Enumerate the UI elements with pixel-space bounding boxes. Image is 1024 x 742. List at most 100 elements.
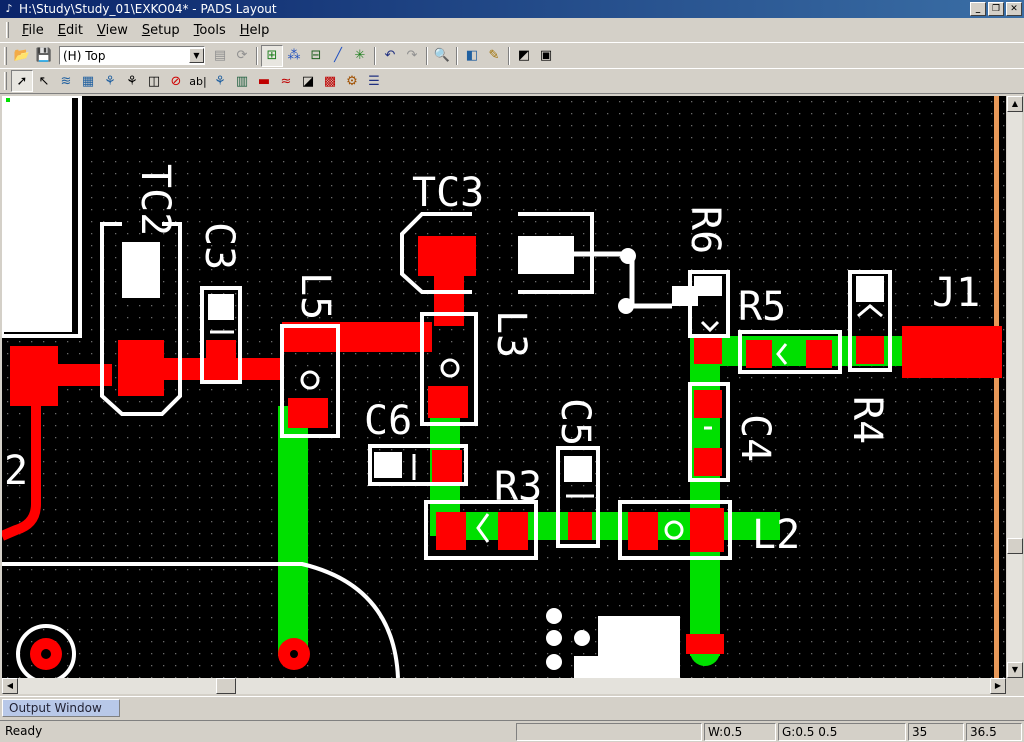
vertical-scroll-thumb[interactable] — [1007, 538, 1023, 554]
pads-app-icon[interactable]: ♪ — [2, 2, 16, 16]
chevron-down-icon[interactable]: ▼ — [189, 48, 204, 63]
copper-pour-icon: ⚘ — [104, 73, 116, 89]
cycle-button[interactable]: ⟳ — [231, 45, 253, 67]
hatch-outline-icon: ⚘ — [126, 73, 138, 89]
layer-display-button[interactable]: ◧ — [461, 45, 483, 67]
ref-c6[interactable]: C6 — [364, 398, 412, 444]
scroll-down-button[interactable]: ▼ — [1007, 662, 1023, 678]
keepout-icon: ⊘ — [170, 73, 182, 89]
close-button[interactable]: ✕ — [1006, 2, 1022, 16]
status-message: Ready — [5, 724, 43, 738]
associated-copper-icon: ≈ — [280, 73, 292, 89]
ref-tc2[interactable]: TC2 — [132, 164, 178, 236]
scroll-corner — [1006, 678, 1022, 694]
window-title: H:\Study\Study_01\EXKO04* - PADS Layout — [19, 2, 277, 16]
restore-button[interactable]: ❐ — [988, 2, 1004, 16]
highlight-button[interactable]: ✎ — [483, 45, 505, 67]
undo-button[interactable]: ↶ — [379, 45, 401, 67]
undo-icon: ↶ — [384, 48, 396, 63]
ref-r6[interactable]: R6 — [682, 206, 728, 254]
route-toolbar-button[interactable]: ╱ — [327, 45, 349, 67]
associated-copper-button[interactable]: ≈ — [275, 70, 297, 92]
text-button[interactable]: ab| — [187, 70, 209, 92]
2d-line-button[interactable]: ⚘ — [209, 70, 231, 92]
ref-l5[interactable]: L5 — [292, 272, 338, 320]
title-bar: ♪ H:\Study\Study_01\EXKO04* - PADS Layou… — [0, 0, 1024, 18]
redo-icon: ↷ — [406, 48, 418, 63]
status-y-coordinate: 36.5 — [966, 723, 1022, 741]
horizontal-scrollbar[interactable]: ◀ ▶ — [2, 678, 1006, 694]
properties-button[interactable]: ▤ — [209, 45, 231, 67]
zoom-button[interactable]: 🔍 — [431, 45, 453, 67]
merge-icon: ◪ — [301, 73, 315, 89]
drafting-toolbar-button[interactable]: ⁂ — [283, 45, 305, 67]
status-grid: G:0.5 0.5 — [778, 723, 906, 741]
vertical-scrollbar[interactable]: ▲ ▼ — [1006, 96, 1023, 678]
menu-help[interactable]: Help — [233, 23, 277, 38]
redo-button[interactable]: ↷ — [401, 45, 423, 67]
dimension-toolbar-icon: ⊟ — [310, 48, 322, 63]
ref-j1[interactable]: J1 — [932, 270, 980, 316]
minimize-button[interactable]: _ — [970, 2, 986, 16]
ref-l3[interactable]: L3 — [488, 310, 534, 358]
ref-r5[interactable]: R5 — [738, 284, 786, 330]
properties-icon: ▤ — [213, 48, 227, 63]
toolbar-grip[interactable] — [4, 46, 7, 65]
drafting-properties-icon: ▬ — [257, 73, 271, 89]
ref-c5[interactable]: C5 — [552, 398, 598, 446]
drafting-toolbar: ➚ ↖ ≋ ▦ ⚘ ⚘ ◫ ⊘ ab| ⚘ ▥ ▬ ≈ ◪ ▩ ⚙ ☰ — [0, 68, 1024, 94]
arrow-right-icon: ▶ — [994, 681, 1002, 690]
dimension-toolbar-button[interactable]: ⊟ — [305, 45, 327, 67]
keepout-button[interactable]: ⊘ — [165, 70, 187, 92]
ref-tc3[interactable]: TC3 — [412, 170, 484, 216]
ecoe-button[interactable]: ✳ — [349, 45, 371, 67]
layer-select[interactable]: (H) Top ▼ — [59, 46, 205, 65]
copper-pour-button[interactable]: ⚘ — [99, 70, 121, 92]
ref-r3[interactable]: R3 — [494, 464, 542, 510]
move-button[interactable]: ↖ — [33, 70, 55, 92]
window-button[interactable]: ▣ — [535, 45, 557, 67]
via-button[interactable]: ▩ — [319, 70, 341, 92]
from-library-button[interactable]: ▥ — [231, 70, 253, 92]
save-button[interactable]: 💾 — [33, 45, 55, 67]
ref-c4[interactable]: C4 — [732, 414, 778, 462]
toolbar-grip[interactable] — [4, 72, 7, 90]
standard-toolbar: 📂 💾 (H) Top ▼ ▤ ⟳ ⊞ ⁂ ⊟ ╱ ✳ ↶ ↷ 🔍 ◧ ✎ ◩ … — [0, 42, 1024, 68]
status-width: W:0.5 — [704, 723, 776, 741]
copper-cutout-icon: ▦ — [81, 73, 95, 89]
drafting-properties-button[interactable]: ▬ — [253, 70, 275, 92]
scroll-up-button[interactable]: ▲ — [1007, 96, 1023, 112]
menu-tools[interactable]: Tools — [187, 23, 233, 38]
merge-button[interactable]: ◪ — [297, 70, 319, 92]
ref-c3[interactable]: C3 — [196, 222, 242, 270]
output-window-tab[interactable]: Output Window — [2, 699, 120, 717]
ref-2[interactable]: 2 — [4, 448, 28, 494]
table-button[interactable]: ☰ — [363, 70, 385, 92]
hatch-outline-button[interactable]: ⚘ — [121, 70, 143, 92]
menu-bar: File Edit View Setup Tools Help — [0, 19, 1024, 41]
menu-setup[interactable]: Setup — [135, 23, 187, 38]
ref-r4[interactable]: R4 — [844, 396, 890, 444]
layer-select-value: (H) Top — [63, 48, 106, 63]
board-outline-icon: ◫ — [147, 73, 161, 89]
menu-view[interactable]: View — [90, 23, 135, 38]
horizontal-scroll-thumb[interactable] — [216, 678, 236, 694]
scroll-left-button[interactable]: ◀ — [2, 678, 18, 694]
copper-button[interactable]: ≋ — [55, 70, 77, 92]
design-toolbar-button[interactable]: ⊞ — [261, 44, 283, 67]
scroll-right-button[interactable]: ▶ — [990, 678, 1006, 694]
component-icon: ⚙ — [346, 73, 358, 89]
menu-grip[interactable] — [6, 22, 9, 38]
select-button[interactable]: ➚ — [11, 70, 33, 92]
status-bar: Ready W:0.5 G:0.5 0.5 35 36.5 — [0, 720, 1024, 742]
session-log-button[interactable]: ◩ — [513, 45, 535, 67]
open-button[interactable]: 📂 — [11, 45, 33, 67]
component-button[interactable]: ⚙ — [341, 70, 363, 92]
pcb-layout-canvas[interactable]: TC2 TC3 C3 L5 L3 R6 R5 J1 C6 C5 R3 C4 R4… — [2, 96, 1006, 678]
menu-edit[interactable]: Edit — [51, 23, 90, 38]
board-outline-button[interactable]: ◫ — [143, 70, 165, 92]
open-icon: 📂 — [13, 48, 31, 63]
menu-file[interactable]: File — [15, 23, 51, 38]
ref-l2[interactable]: L2 — [752, 512, 800, 558]
copper-cutout-button[interactable]: ▦ — [77, 70, 99, 92]
